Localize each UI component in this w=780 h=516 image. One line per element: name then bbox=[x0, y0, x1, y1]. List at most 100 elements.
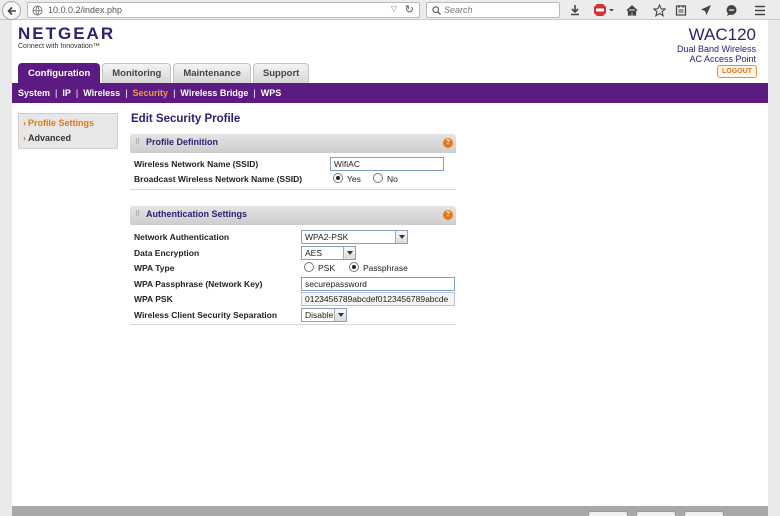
browser-toolbar: 10.0.0.2/index.php ▽ ↻ bbox=[0, 0, 780, 20]
subnav-separator: | bbox=[75, 88, 79, 98]
sidebar-item-profile-settings[interactable]: › Profile Settings bbox=[23, 118, 94, 128]
chevron-down-icon bbox=[343, 247, 355, 259]
model-sub-line1: Dual Band Wireless bbox=[676, 44, 756, 54]
subnav-ip[interactable]: IP bbox=[62, 88, 71, 98]
back-arrow-icon bbox=[7, 6, 16, 16]
download-icon[interactable] bbox=[567, 2, 583, 18]
broadcast-row: Broadcast Wireless Network Name (SSID) Y… bbox=[134, 172, 456, 187]
section-body: Network Authentication WPA2-PSK Data Enc… bbox=[130, 225, 456, 325]
broadcast-label: Broadcast Wireless Network Name (SSID) bbox=[134, 174, 303, 184]
help-icon[interactable]: ? bbox=[443, 210, 453, 220]
home-icon[interactable] bbox=[624, 2, 640, 18]
bookmark-star-icon[interactable] bbox=[651, 2, 667, 18]
search-input[interactable] bbox=[444, 4, 554, 16]
tab-configuration[interactable]: Configuration bbox=[18, 63, 101, 83]
section-header: ⠿ Profile Definition ? bbox=[130, 134, 456, 153]
tab-maintenance[interactable]: Maintenance bbox=[173, 63, 251, 83]
subnav-separator: | bbox=[253, 88, 256, 98]
browser-search[interactable] bbox=[426, 2, 560, 18]
sub-navigation: System | IP | Wireless | Security | Wire… bbox=[12, 83, 768, 103]
model-sub-line2: AC Access Point bbox=[689, 54, 756, 64]
separation-value: Disable bbox=[305, 310, 334, 320]
section-body: Wireless Network Name (SSID) WifiAC Broa… bbox=[130, 153, 456, 190]
wpa-type-row: WPA Type PSK Passphrase bbox=[134, 261, 456, 276]
separation-select[interactable]: Disable bbox=[301, 308, 347, 322]
bullet-icon: › bbox=[23, 118, 26, 128]
profile-definition-section: ⠿ Profile Definition ? Wireless Network … bbox=[130, 134, 456, 190]
passphrase-row: WPA Passphrase (Network Key) securepassw… bbox=[134, 277, 456, 292]
page-title: Edit Security Profile bbox=[131, 113, 241, 125]
section-title: Profile Definition bbox=[146, 137, 218, 147]
chevron-down-icon bbox=[334, 309, 346, 321]
subnav-separator: | bbox=[55, 88, 58, 98]
wpa-psk-label: WPA PSK bbox=[134, 294, 173, 304]
search-icon bbox=[432, 6, 441, 15]
broadcast-no-label: No bbox=[387, 174, 398, 184]
network-auth-label: Network Authentication bbox=[134, 232, 230, 242]
section-title: Authentication Settings bbox=[146, 209, 247, 219]
subnav-separator: | bbox=[173, 88, 176, 98]
separation-row: Wireless Client Security Separation Disa… bbox=[134, 308, 456, 323]
main-tabs: Configuration Monitoring Maintenance Sup… bbox=[18, 63, 310, 83]
sidebar: › Profile Settings › Advanced bbox=[18, 113, 118, 149]
wpa-psk-row: WPA PSK 0123456789abcdef0123456789abcde bbox=[134, 292, 456, 307]
netgear-logo: NETGEAR bbox=[18, 24, 116, 43]
send-icon[interactable] bbox=[698, 2, 714, 18]
separation-label: Wireless Client Security Separation bbox=[134, 310, 278, 320]
reload-icon[interactable]: ↻ bbox=[405, 3, 414, 16]
help-icon[interactable]: ? bbox=[443, 138, 453, 148]
encryption-row: Data Encryption AES bbox=[134, 246, 456, 261]
wpa-type-passphrase-radio[interactable] bbox=[349, 262, 359, 272]
network-auth-row: Network Authentication WPA2-PSK bbox=[134, 230, 456, 245]
footer-button[interactable] bbox=[588, 511, 628, 516]
url-dropdown-icon[interactable]: ▽ bbox=[391, 4, 397, 13]
reading-list-icon[interactable] bbox=[673, 2, 689, 18]
encryption-value: AES bbox=[305, 248, 323, 258]
subnav-wps[interactable]: WPS bbox=[261, 88, 282, 98]
sidebar-item-advanced[interactable]: › Advanced bbox=[23, 133, 71, 143]
subnav-wireless[interactable]: Wireless bbox=[83, 88, 120, 98]
model-name: WAC120 bbox=[688, 25, 756, 44]
url-bar[interactable]: 10.0.0.2/index.php ▽ ↻ bbox=[27, 2, 420, 18]
chat-icon[interactable] bbox=[723, 2, 739, 18]
passphrase-label: WPA Passphrase (Network Key) bbox=[134, 279, 263, 289]
tab-support[interactable]: Support bbox=[252, 63, 310, 83]
encryption-select[interactable]: AES bbox=[301, 246, 356, 260]
broadcast-no-radio[interactable] bbox=[373, 173, 383, 183]
network-auth-value: WPA2-PSK bbox=[305, 232, 349, 242]
subnav-security[interactable]: Security bbox=[133, 88, 169, 98]
sidebar-item-label: Advanced bbox=[28, 133, 72, 143]
encryption-label: Data Encryption bbox=[134, 248, 200, 258]
router-admin-page: NETGEAR Connect with Innovation™ WAC120 … bbox=[12, 20, 768, 516]
menu-icon[interactable] bbox=[752, 2, 768, 18]
wpa-type-psk-radio[interactable] bbox=[304, 262, 314, 272]
grip-icon: ⠿ bbox=[135, 211, 140, 218]
grip-icon: ⠿ bbox=[135, 139, 140, 146]
logo-tagline: Connect with Innovation™ bbox=[18, 43, 100, 50]
footer-button[interactable] bbox=[684, 511, 724, 516]
url-text: 10.0.0.2/index.php bbox=[48, 5, 123, 15]
authentication-settings-section: ⠿ Authentication Settings ? Network Auth… bbox=[130, 206, 456, 326]
model-description: Dual Band Wireless AC Access Point bbox=[677, 44, 756, 64]
network-auth-select[interactable]: WPA2-PSK bbox=[301, 230, 408, 244]
bullet-icon: › bbox=[23, 133, 26, 143]
footer-button[interactable] bbox=[636, 511, 676, 516]
tab-monitoring[interactable]: Monitoring bbox=[102, 63, 172, 83]
ssid-row: Wireless Network Name (SSID) WifiAC bbox=[134, 157, 456, 172]
section-header: ⠿ Authentication Settings ? bbox=[130, 206, 456, 225]
subnav-separator: | bbox=[125, 88, 128, 98]
passphrase-input[interactable]: securepassword bbox=[301, 277, 455, 291]
subnav-system[interactable]: System bbox=[18, 88, 50, 98]
ssid-input[interactable]: WifiAC bbox=[330, 157, 444, 171]
globe-icon bbox=[32, 5, 43, 16]
broadcast-yes-radio[interactable] bbox=[333, 173, 343, 183]
logout-button[interactable]: LOGOUT bbox=[717, 65, 757, 78]
back-button[interactable] bbox=[2, 1, 21, 20]
broadcast-yes-label: Yes bbox=[347, 174, 361, 184]
wpa-type-psk-label: PSK bbox=[318, 263, 336, 273]
subnav-wireless-bridge[interactable]: Wireless Bridge bbox=[180, 88, 248, 98]
sidebar-item-label: Profile Settings bbox=[28, 118, 95, 128]
adblock-icon[interactable] bbox=[592, 2, 616, 18]
wpa-type-passphrase-label: Passphrase bbox=[363, 263, 408, 273]
wpa-psk-input[interactable]: 0123456789abcdef0123456789abcde bbox=[301, 292, 455, 306]
